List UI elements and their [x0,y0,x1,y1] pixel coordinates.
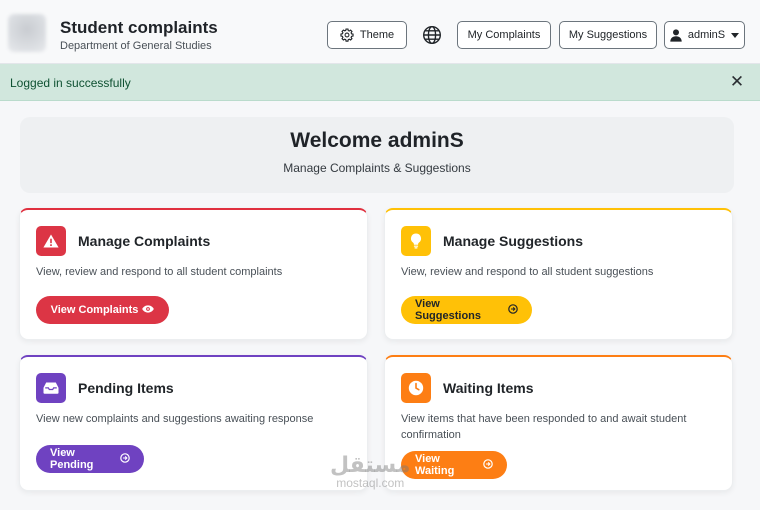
arrow-circle-icon [120,452,130,466]
gear-icon [340,28,354,42]
language-button[interactable] [417,21,447,49]
close-icon[interactable]: ✕ [729,73,745,91]
eye-icon [142,304,155,316]
user-menu-button[interactable]: adminS [664,21,745,49]
clock-icon [401,373,431,403]
card-description: View, review and respond to all student … [36,266,283,278]
waiting-items-card: Waiting Items View items that have been … [384,355,733,491]
card-description: View new complaints and suggestions awai… [36,413,314,425]
welcome-title: Welcome adminS [290,129,464,152]
warning-icon [36,226,66,256]
card-title: Waiting Items [443,380,534,396]
card-title: Manage Suggestions [443,233,584,249]
user-icon [670,28,682,42]
button-label: View Pending [50,447,94,471]
theme-button[interactable]: Theme [327,21,407,49]
logo [8,14,46,52]
caret-down-icon [731,32,740,38]
watermark-arabic: مستقل [330,452,411,477]
button-label: View Suggestions [415,298,482,322]
manage-suggestions-card: Manage Suggestions View, review and resp… [384,208,733,340]
view-complaints-button[interactable]: View Complaints [36,296,169,324]
watermark-latin: mostaql.com [336,476,405,490]
watermark: مستقل mostaql.com [330,452,411,491]
success-alert: Logged in successfully ✕ [0,64,760,101]
view-suggestions-button[interactable]: View Suggestions [401,296,532,324]
welcome-subtitle: Manage Complaints & Suggestions [283,161,471,175]
my-complaints-button[interactable]: My Complaints [457,21,551,49]
view-pending-button[interactable]: View Pending [36,445,144,473]
card-description: View items that have been responded to a… [401,413,687,441]
top-navbar: Student complaints Department of General… [0,0,760,64]
lightbulb-icon [401,226,431,256]
card-description: View, review and respond to all student … [401,266,654,278]
welcome-banner: Welcome adminS Manage Complaints & Sugge… [20,117,734,193]
user-name: adminS [687,29,726,41]
view-waiting-button[interactable]: View Waiting [401,451,507,479]
button-label: View Complaints [50,304,139,316]
manage-complaints-card: Manage Complaints View, review and respo… [19,208,368,340]
alert-message: Logged in successfully [10,76,131,90]
card-title: Manage Complaints [78,233,211,249]
theme-label: Theme [359,29,395,41]
card-title: Pending Items [78,380,174,396]
app-title: Student complaints [60,18,218,37]
arrow-circle-icon [483,458,493,472]
arrow-circle-icon [508,303,518,317]
globe-icon [422,25,442,45]
inbox-icon [36,373,66,403]
button-label: View Waiting [415,453,455,477]
my-suggestions-button[interactable]: My Suggestions [559,21,657,49]
app-subtitle: Department of General Studies [60,40,212,52]
pending-items-card: Pending Items View new complaints and su… [19,355,368,491]
